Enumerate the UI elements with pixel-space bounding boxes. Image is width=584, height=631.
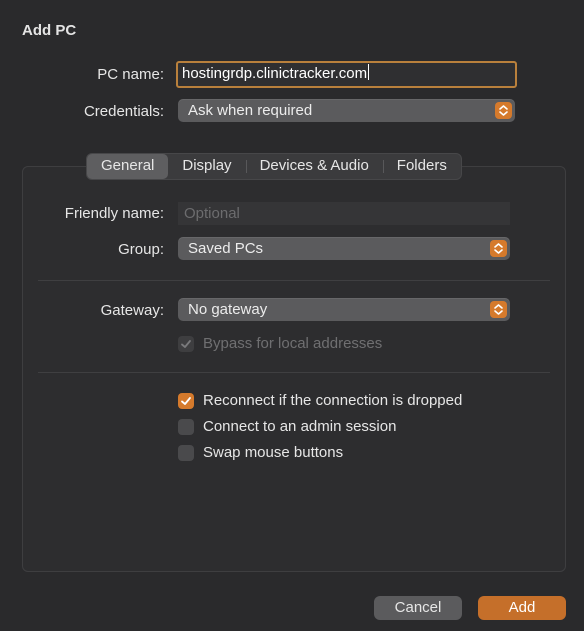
pc-name-value: hostingrdp.clinictracker.com xyxy=(182,65,368,82)
checkbox[interactable] xyxy=(178,418,194,435)
pc-name-label: PC name: xyxy=(97,66,164,83)
chevron-up-down-icon xyxy=(490,301,507,318)
divider xyxy=(38,280,550,281)
tab-content-panel xyxy=(22,166,566,572)
tab-general[interactable]: General xyxy=(87,154,169,179)
chevron-up-down-icon xyxy=(495,102,512,119)
group-value: Saved PCs xyxy=(188,240,264,257)
bypass-local-checkbox-row: Bypass for local addresses xyxy=(178,335,382,352)
credentials-value: Ask when required xyxy=(188,102,313,119)
gateway-label: Gateway: xyxy=(100,302,164,319)
cancel-button[interactable]: Cancel xyxy=(374,596,462,620)
divider xyxy=(38,372,550,373)
swap-mouse-label: Swap mouse buttons xyxy=(203,444,344,461)
chevron-up-down-icon xyxy=(490,240,507,257)
reconnect-label: Reconnect if the connection is dropped xyxy=(203,392,463,409)
swap-mouse-checkbox-row[interactable]: Swap mouse buttons xyxy=(178,444,343,461)
group-label: Group: xyxy=(118,241,164,258)
checkbox[interactable] xyxy=(178,392,194,409)
bypass-local-label: Bypass for local addresses xyxy=(203,335,383,352)
pc-name-field[interactable]: hostingrdp.clinictracker.com xyxy=(176,61,517,88)
reconnect-checkbox-row[interactable]: Reconnect if the connection is dropped xyxy=(178,392,462,409)
text-caret xyxy=(368,64,370,80)
add-button[interactable]: Add xyxy=(478,596,566,620)
tab-folders[interactable]: Folders xyxy=(382,154,461,179)
gateway-select[interactable]: No gateway xyxy=(178,298,510,321)
admin-session-label: Connect to an admin session xyxy=(203,418,397,435)
credentials-select[interactable]: Ask when required xyxy=(178,99,515,122)
checkbox xyxy=(178,335,194,352)
friendly-name-label: Friendly name: xyxy=(64,205,164,222)
checkbox[interactable] xyxy=(178,444,194,461)
tab-devices-audio[interactable]: Devices & Audio xyxy=(245,154,383,179)
credentials-label: Credentials: xyxy=(83,103,164,120)
friendly-name-field[interactable]: Optional xyxy=(178,202,510,225)
tab-display[interactable]: Display xyxy=(168,154,245,179)
group-select[interactable]: Saved PCs xyxy=(178,237,510,260)
dialog-title: Add PC xyxy=(22,22,77,39)
admin-session-checkbox-row[interactable]: Connect to an admin session xyxy=(178,418,396,435)
tab-bar: General Display Devices & Audio Folders xyxy=(86,153,462,180)
gateway-value: No gateway xyxy=(188,301,268,318)
